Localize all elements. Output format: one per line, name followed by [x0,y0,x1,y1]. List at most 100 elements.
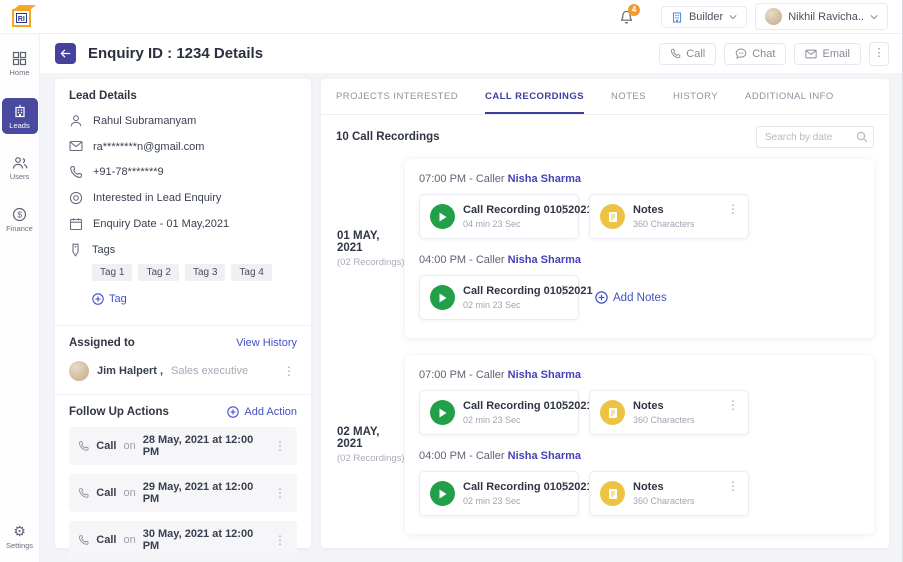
sidebar-item-label: Settings [6,541,33,550]
notes-kebab-menu[interactable]: ⋮ [725,203,741,215]
lead-email-row: ra********n@gmail.com [69,141,297,153]
recording-duration: 02 min 23 Sec [463,415,568,425]
phone-icon [78,440,89,452]
caller-name-link[interactable]: Nisha Sharma [508,369,581,381]
header-kebab-menu[interactable]: ⋮ [869,42,889,66]
follow-up-kebab-menu[interactable]: ⋮ [272,440,288,452]
view-history-link[interactable]: View History [236,337,297,349]
caller-name-link[interactable]: Nisha Sharma [508,450,581,462]
sidebar-item-label: Leads [9,121,29,130]
entry-time: 04:00 PM - Caller [419,254,505,266]
notes-kebab-menu[interactable]: ⋮ [725,480,741,492]
follow-up-kebab-menu[interactable]: ⋮ [272,534,288,546]
agent-kebab-menu[interactable]: ⋮ [281,365,297,377]
notes-title: Notes [633,204,695,216]
calendar-icon [69,217,83,231]
content-area: Lead Details Rahul Subramanyam [40,73,902,562]
header-actions: Call Chat Email [659,42,889,66]
notifications-button[interactable]: 4 [618,8,635,26]
note-doc-icon [608,211,618,223]
play-button[interactable] [430,400,455,425]
notes-title: Notes [633,400,695,412]
follow-up-kebab-menu[interactable]: ⋮ [272,487,288,499]
app-logo[interactable]: RI [8,3,38,31]
tab-history[interactable]: HISTORY [673,79,718,114]
sidebar-item-settings[interactable]: ⚙ Settings [2,520,38,554]
notes-card[interactable]: Notes 360 Characters ⋮ [589,194,749,239]
tag-chip[interactable]: Tag 2 [138,264,178,281]
entry-time: 07:00 PM - Caller [419,369,505,381]
recording-duration: 04 min 23 Sec [463,219,568,229]
notes-kebab-menu[interactable]: ⋮ [725,399,741,411]
home-grid-icon [12,51,27,66]
add-notes-button[interactable]: Add Notes [595,291,667,304]
sidebar-item-home[interactable]: Home [2,46,38,81]
follow-up-on: on [123,440,135,452]
notes-card[interactable]: Notes 360 Characters ⋮ [589,471,749,516]
tab-call-recordings[interactable]: CALL RECORDINGS [485,79,584,114]
follow-up-item[interactable]: Call on 29 May, 2021 at 12:00 PM ⋮ [69,474,297,512]
recording-title: Call Recording 01052021 [463,481,568,493]
play-button[interactable] [430,204,455,229]
group-date-column: 02 MAY, 2021 (02 Recordings) [321,355,405,534]
add-notes-label: Add Notes [613,292,667,304]
recording-kebab-menu[interactable]: ⋮ [555,284,571,296]
tab-notes[interactable]: NOTES [611,79,646,114]
tag-chips: Tag 1 Tag 2 Tag 3 Tag 4 [92,264,297,281]
tag-chip[interactable]: Tag 3 [185,264,225,281]
search-icon [856,131,868,143]
lead-enquiry-date: Enquiry Date - 01 May,2021 [93,218,229,230]
svg-text:$: $ [17,210,22,220]
sidebar-item-users[interactable]: Users [2,151,38,185]
follow-up-item[interactable]: Call on 28 May, 2021 at 12:00 PM ⋮ [69,427,297,465]
call-recording-card[interactable]: Call Recording 01052021 04 min 23 Sec ⋮ [419,194,579,239]
follow-up-action: Call [96,487,116,499]
add-action-button[interactable]: Add Action [227,406,297,418]
tab-projects-interested[interactable]: PROJECTS INTERESTED [336,79,458,114]
play-button[interactable] [430,285,455,310]
notes-badge [600,204,625,229]
recording-groups: 01 MAY, 2021 (02 Recordings) 07:00 PM - … [321,157,889,548]
add-tag-label: Tag [109,293,127,305]
email-button[interactable]: Email [794,43,861,65]
follow-up-item[interactable]: Call on 30 May, 2021 at 12:00 PM ⋮ [69,521,297,559]
user-menu-dropdown[interactable]: Nikhil Ravicha.. [755,3,888,30]
sidebar-item-label: Home [9,68,29,77]
tag-chip[interactable]: Tag 4 [231,264,271,281]
note-doc-icon [608,407,618,419]
caller-name-link[interactable]: Nisha Sharma [508,173,581,185]
sidebar-item-finance[interactable]: $ Finance [2,202,38,237]
entry-time-row: 04:00 PM - Caller Nisha Sharma [419,254,860,266]
group-date: 01 MAY, 2021 [337,230,405,254]
back-button[interactable] [55,43,76,64]
notes-card[interactable]: Notes 360 Characters ⋮ [589,390,749,435]
tag-icon [69,243,82,257]
tag-chip[interactable]: Tag 1 [92,264,132,281]
finance-dollar-icon: $ [12,207,27,222]
group-panel: 07:00 PM - Caller Nisha Sharma [405,159,874,338]
recording-kebab-menu[interactable]: ⋮ [555,203,571,215]
add-tag-button[interactable]: Tag [92,293,127,305]
call-recording-card[interactable]: Call Recording 01052021 02 min 23 Sec ⋮ [419,390,579,435]
call-recording-card[interactable]: Call Recording 01052021 02 min 23 Sec ⋮ [419,275,579,320]
lead-phone: +91-78*******9 [93,166,164,178]
caller-name-link[interactable]: Nisha Sharma [508,254,581,266]
sidebar-item-leads[interactable]: Leads [2,98,38,134]
note-doc-icon [608,488,618,500]
call-button[interactable]: Call [659,43,716,65]
group-count: (02 Recordings) [337,257,405,268]
recording-kebab-menu[interactable]: ⋮ [555,480,571,492]
recording-kebab-menu[interactable]: ⋮ [555,399,571,411]
lead-name: Rahul Subramanyam [93,115,196,127]
chat-button[interactable]: Chat [724,43,786,65]
entry-time-row: 07:00 PM - Caller Nisha Sharma [419,173,860,185]
call-recording-card[interactable]: Call Recording 01052021 02 min 23 Sec ⋮ [419,471,579,516]
builder-dropdown[interactable]: Builder [661,6,747,28]
tab-additional-info[interactable]: ADDITIONAL INFO [745,79,834,114]
chevron-down-icon [729,14,737,20]
recording-group: 02 MAY, 2021 (02 Recordings) 07:00 PM - … [321,355,874,534]
play-button[interactable] [430,481,455,506]
entry-time: 07:00 PM - Caller [419,173,505,185]
agent-role: Sales executive [171,365,248,377]
top-bar: RI 4 Builder Nikhil Ravicha.. [0,0,902,34]
